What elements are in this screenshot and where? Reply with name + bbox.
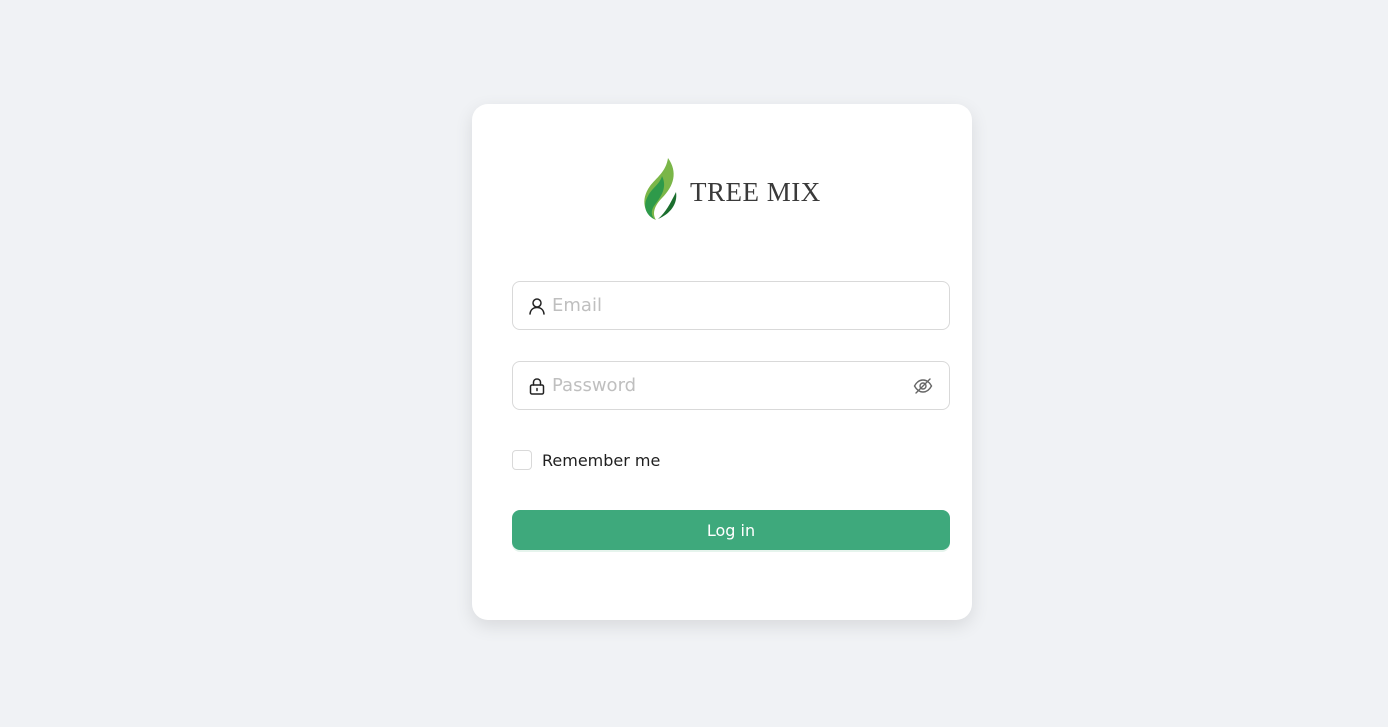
brand-logo: TREE MIX: [640, 156, 821, 220]
user-icon: [527, 296, 547, 316]
login-card: TREE MIX Remembe: [472, 104, 972, 620]
password-input[interactable]: [552, 362, 911, 409]
eye-invisible-icon[interactable]: [911, 374, 935, 398]
remember-me-checkbox[interactable]: [512, 450, 532, 470]
lock-icon: [527, 376, 547, 396]
remember-me[interactable]: Remember me: [512, 450, 660, 470]
login-button[interactable]: Log in: [512, 510, 950, 550]
remember-me-label: Remember me: [542, 450, 661, 470]
password-field[interactable]: [512, 361, 950, 410]
brand-name: TREE MIX: [690, 176, 821, 207]
email-field[interactable]: [512, 281, 950, 330]
email-input[interactable]: [552, 282, 935, 329]
flame-leaf-icon: [640, 156, 682, 220]
